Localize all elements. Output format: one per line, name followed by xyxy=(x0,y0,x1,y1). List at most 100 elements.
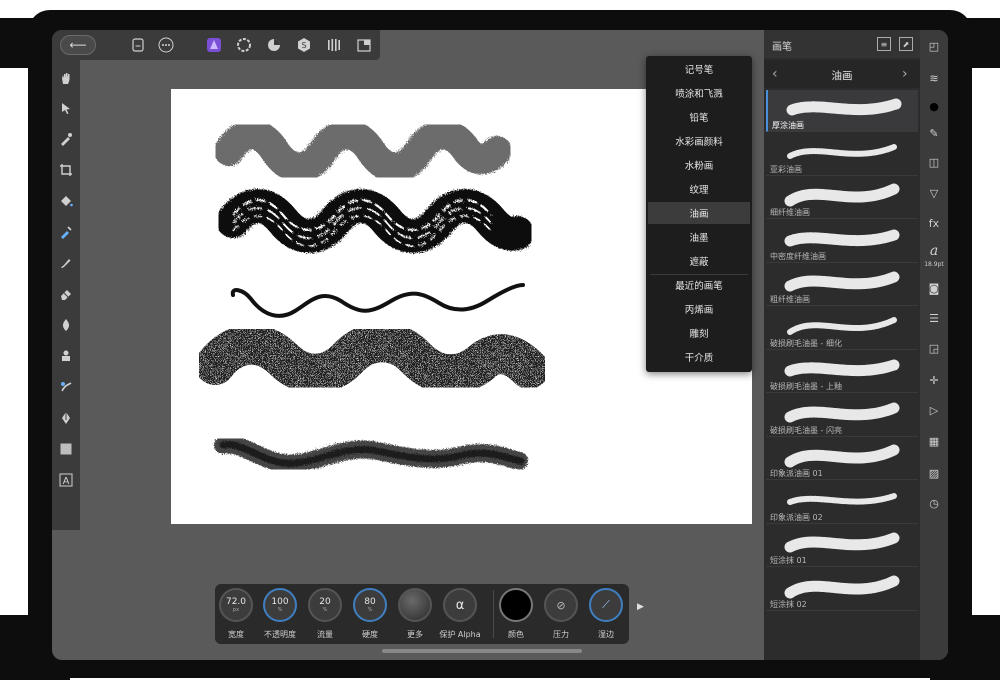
chevron-right-icon[interactable]: › xyxy=(902,66,908,82)
export-persona-icon[interactable] xyxy=(326,37,342,53)
brush-name: 破损刷毛油墨 - 细化 xyxy=(770,338,842,348)
width-knob[interactable]: 72.0 px xyxy=(219,588,253,622)
paint-brush-icon[interactable] xyxy=(58,255,74,271)
shape-icon[interactable] xyxy=(58,441,74,457)
pin-icon[interactable]: ⬈ xyxy=(899,37,913,51)
brush-item[interactable]: 印象派油画 01 xyxy=(766,438,918,480)
develop-persona-icon[interactable] xyxy=(266,37,282,53)
brush-name: 印象派油画 01 xyxy=(770,469,823,478)
category-item[interactable]: 水彩画颜料 xyxy=(648,130,750,152)
hand-icon[interactable] xyxy=(58,70,74,86)
brush-item[interactable]: 亚彩油画 xyxy=(766,133,918,176)
channels-icon[interactable]: ▽ xyxy=(926,185,942,201)
adjustments-icon[interactable]: ◫ xyxy=(926,154,942,170)
category-item[interactable]: 遮蔽 xyxy=(648,250,750,272)
affinity-photo-persona-icon[interactable] xyxy=(206,37,222,53)
paint-stroke xyxy=(214,119,512,183)
text-icon[interactable]: A xyxy=(58,472,74,488)
category-item[interactable]: 记号笔 xyxy=(648,58,750,80)
liquify-persona-icon[interactable] xyxy=(236,37,252,53)
category-item[interactable]: 最近的画笔 xyxy=(648,274,750,296)
brush-name: 短涂抹 01 xyxy=(770,556,807,565)
more-label: 更多 xyxy=(407,630,423,639)
selection-brush-icon[interactable] xyxy=(58,224,74,240)
pressure-icon: ⊘ xyxy=(556,598,566,612)
protect-alpha-label: 保护 Alpha xyxy=(439,630,481,639)
healing-icon[interactable] xyxy=(58,379,74,395)
flow-knob[interactable]: 20 % xyxy=(308,588,342,622)
crop-icon[interactable] xyxy=(58,162,74,178)
more-button[interactable] xyxy=(398,588,432,622)
colour-icon[interactable]: ● xyxy=(926,98,942,114)
hardness-value: 80 xyxy=(364,597,376,607)
brush-item[interactable]: 破损刷毛油墨 - 细化 xyxy=(766,307,918,350)
category-item[interactable]: 油墨 xyxy=(648,226,750,248)
protect-alpha-button[interactable]: α xyxy=(443,588,477,622)
arrow-left-icon: ⟵ xyxy=(69,38,87,52)
tone-mapping-persona-icon[interactable]: S xyxy=(296,37,312,53)
width-label: 宽度 xyxy=(228,630,244,639)
hardness-unit: % xyxy=(367,607,373,613)
dodge-icon[interactable] xyxy=(58,317,74,333)
brush-item[interactable]: 中密度纤维油画 xyxy=(766,220,918,263)
brush-preview xyxy=(784,359,900,377)
erase-icon[interactable] xyxy=(58,286,74,302)
character-icon[interactable]: a xyxy=(926,243,942,259)
clone-icon[interactable] xyxy=(58,348,74,364)
history-icon[interactable]: ◷ xyxy=(926,495,942,511)
brush-item[interactable]: 印象派油画 02 xyxy=(766,481,918,524)
grid-icon[interactable]: ▦ xyxy=(926,433,942,449)
dry-brush-stroke xyxy=(214,435,530,473)
opacity-value: 100 xyxy=(271,597,289,607)
opacity-knob[interactable]: 100 % xyxy=(263,588,297,622)
brush-preview xyxy=(784,229,900,246)
category-item[interactable]: 干介质 xyxy=(648,346,750,368)
hardness-knob[interactable]: 80 % xyxy=(353,588,387,622)
more-icon[interactable] xyxy=(158,37,174,53)
category-item[interactable]: 水粉画 xyxy=(648,154,750,176)
brush-item[interactable]: 破损刷毛油墨 - 闪亮 xyxy=(766,394,918,437)
brush-item[interactable]: 短涂抹 02 xyxy=(766,568,918,611)
category-item[interactable]: 丙烯画 xyxy=(648,298,750,320)
navigator-icon[interactable]: ◰ xyxy=(926,38,942,54)
brush-item[interactable]: 细纤维油画 xyxy=(766,177,918,219)
svg-text:S: S xyxy=(301,41,306,50)
category-selector[interactable]: ‹ 油画 › xyxy=(764,60,920,88)
back-button[interactable]: ⟵ xyxy=(60,35,96,55)
category-item[interactable]: 喷涂和飞溅 xyxy=(648,82,750,104)
expand-arrow-icon[interactable]: ▶ xyxy=(637,602,644,612)
image-icon[interactable]: ▨ xyxy=(926,465,942,481)
list-view-icon[interactable]: ≡ xyxy=(877,37,891,51)
panels-icon[interactable] xyxy=(356,37,372,53)
fx-icon[interactable]: fx xyxy=(926,215,942,231)
width-unit: px xyxy=(232,607,240,613)
wet-edges-button[interactable]: ⟋ xyxy=(589,588,623,622)
brush-name: 粗纤维油画 xyxy=(770,295,810,304)
category-item[interactable]: 雕刻 xyxy=(648,322,750,344)
brush-item[interactable]: 粗纤维油画 xyxy=(766,264,918,306)
brushes-icon[interactable]: ✎ xyxy=(926,125,942,141)
pressure-button[interactable]: ⊘ xyxy=(544,588,578,622)
panel-header: 画笔 ≡ ⬈ xyxy=(764,30,920,58)
sliders-icon[interactable]: ☰ xyxy=(926,310,942,326)
category-item-selected[interactable]: 油画 xyxy=(648,202,750,224)
hardness-label: 硬度 xyxy=(362,630,378,639)
document-icon[interactable] xyxy=(130,37,146,53)
brush-name: 破损刷毛油墨 - 上釉 xyxy=(770,382,842,391)
colour-swatch[interactable] xyxy=(499,588,533,622)
category-item[interactable]: 铅笔 xyxy=(648,106,750,128)
color-picker-icon[interactable] xyxy=(58,131,74,147)
brush-name: 印象派油画 02 xyxy=(770,512,823,522)
move-icon[interactable] xyxy=(58,100,74,116)
transform-icon[interactable]: ◲ xyxy=(926,340,942,356)
navigator-target-icon[interactable]: ✛ xyxy=(926,372,942,388)
play-icon[interactable]: ▷ xyxy=(926,402,942,418)
brush-item[interactable]: 厚涂油画 xyxy=(766,90,918,132)
fill-icon[interactable] xyxy=(58,193,74,209)
layers-icon[interactable]: ≋ xyxy=(926,70,942,86)
brush-item[interactable]: 短涂抹 01 xyxy=(766,525,918,567)
category-item[interactable]: 纹理 xyxy=(648,178,750,200)
brush-item[interactable]: 破损刷毛油墨 - 上釉 xyxy=(766,351,918,393)
snapshots-icon[interactable]: ◙ xyxy=(926,280,942,296)
pen-icon[interactable] xyxy=(58,410,74,426)
